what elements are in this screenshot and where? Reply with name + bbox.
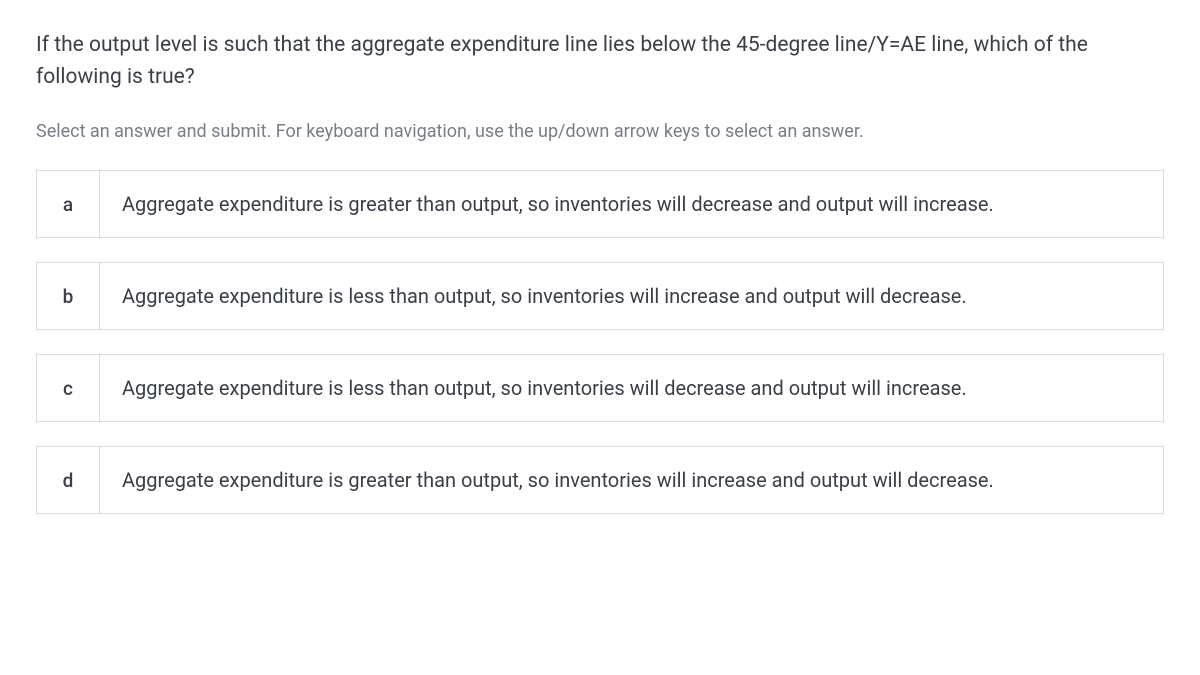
option-c[interactable]: c Aggregate expenditure is less than out… <box>36 354 1164 422</box>
option-letter-a: a <box>36 170 100 238</box>
option-a[interactable]: a Aggregate expenditure is greater than … <box>36 170 1164 238</box>
options-container: a Aggregate expenditure is greater than … <box>36 170 1164 514</box>
option-d[interactable]: d Aggregate expenditure is greater than … <box>36 446 1164 514</box>
question-text: If the output level is such that the agg… <box>36 30 1164 93</box>
option-letter-c: c <box>36 354 100 422</box>
option-letter-d: d <box>36 446 100 514</box>
option-text-b: Aggregate expenditure is less than outpu… <box>100 262 1164 330</box>
option-text-d: Aggregate expenditure is greater than ou… <box>100 446 1164 514</box>
option-letter-b: b <box>36 262 100 330</box>
option-text-c: Aggregate expenditure is less than outpu… <box>100 354 1164 422</box>
option-b[interactable]: b Aggregate expenditure is less than out… <box>36 262 1164 330</box>
instructions-text: Select an answer and submit. For keyboar… <box>36 121 1164 142</box>
option-text-a: Aggregate expenditure is greater than ou… <box>100 170 1164 238</box>
